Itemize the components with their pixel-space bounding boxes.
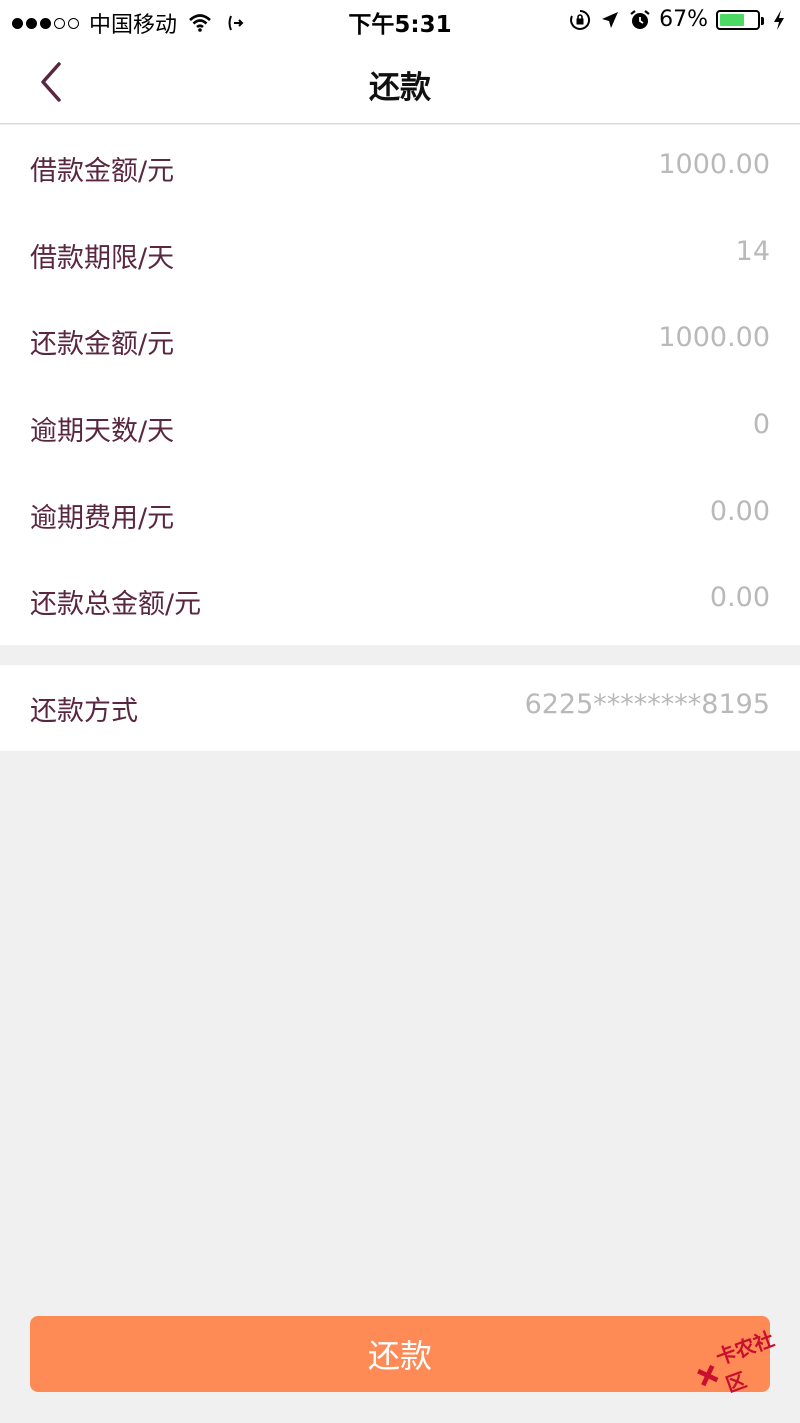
row-label: 还款金额/元: [30, 329, 175, 361]
row-value: 0.00: [709, 582, 770, 614]
battery-level: [720, 13, 744, 26]
row-label: 逾期天数/天: [30, 416, 175, 448]
row-label: 逾期费用/元: [30, 502, 175, 534]
repay-button[interactable]: 还款: [30, 1316, 770, 1392]
alarm-icon: [629, 9, 651, 31]
list-item-total-repayment: 还款总金额/元 0.00: [0, 558, 800, 645]
orientation-lock-icon: [569, 9, 591, 31]
list-item-loan-term: 借款期限/天 14: [0, 212, 800, 299]
row-value: 1000.00: [658, 149, 770, 180]
row-label: 还款总金额/元: [30, 589, 202, 621]
list-item-overdue-fee: 逾期费用/元 0.00: [0, 472, 800, 559]
row-label: 借款期限/天: [30, 242, 175, 274]
battery-icon: [716, 9, 764, 30]
charging-bolt-icon: [768, 9, 790, 31]
loan-details-list: 借款金额/元 1000.00 借款期限/天 14 还款金额/元 1000.00 …: [0, 125, 800, 645]
page-title: 还款: [369, 70, 431, 106]
payment-method-row[interactable]: 还款方式 6225********8195: [0, 665, 800, 752]
list-item-loan-amount: 借款金额/元 1000.00: [0, 125, 800, 212]
payment-method-section: 还款方式 6225********8195: [0, 665, 800, 751]
payment-method-card: 6225********8195: [524, 689, 770, 720]
list-item-overdue-days: 逾期天数/天 0: [0, 385, 800, 472]
row-value: 0.00: [709, 495, 770, 527]
row-value: 14: [735, 235, 770, 267]
row-label: 借款金额/元: [30, 156, 175, 187]
row-value: 1000.00: [658, 322, 770, 354]
location-arrow-icon: [599, 9, 621, 31]
list-item-repayment-amount: 还款金额/元 1000.00: [0, 298, 800, 385]
nav-bar: 还款: [0, 40, 800, 124]
battery-percent: 67%: [659, 7, 708, 32]
status-right: 67%: [569, 7, 790, 32]
status-bar: 中国移动 下午5:31 67%: [0, 0, 800, 40]
row-value: 0: [752, 409, 770, 441]
payment-method-label: 还款方式: [30, 696, 138, 727]
